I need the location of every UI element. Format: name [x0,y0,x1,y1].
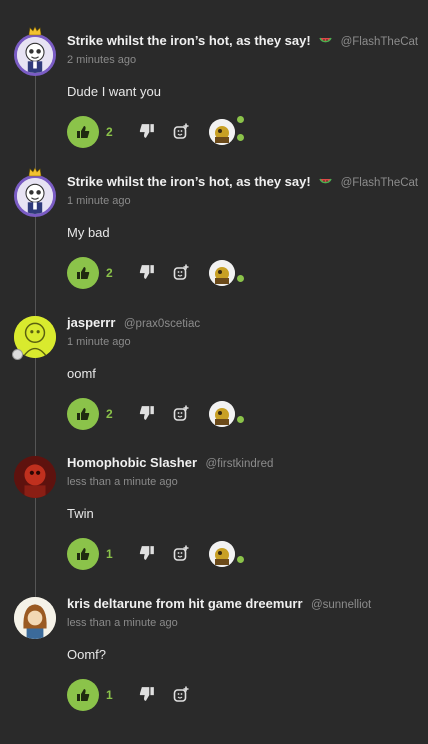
avatar[interactable] [14,175,56,217]
comment-text: My bad [67,225,110,240]
author-name[interactable]: kris deltarune from hit game dreemurr [67,596,303,611]
avatar-image [14,597,56,639]
author-name[interactable]: Strike whilst the iron’s hot, as they sa… [67,33,311,48]
comment-actions: 1 [67,679,427,711]
comment-text: Twin [67,506,94,521]
thumbs-up-icon [77,126,90,138]
status-badge [12,349,23,360]
thumbs-up-icon [77,408,90,420]
reaction-avatar[interactable] [209,401,235,427]
like-count: 1 [106,547,113,561]
like-button[interactable] [67,679,99,711]
comment-text: Oomf? [67,647,107,662]
comment-text: Dude I want you [67,84,161,99]
avatar[interactable] [14,34,56,76]
author-handle[interactable]: @sunnelliot [311,599,371,611]
author-name[interactable]: jasperrr [67,315,115,330]
reaction-avatar[interactable] [209,119,235,145]
watermelon-icon [319,178,332,184]
comment-actions: 1 [67,538,427,570]
thumbs-down-icon[interactable] [139,264,155,280]
reaction-indicator [237,275,244,282]
add-reaction-icon[interactable] [173,405,190,422]
avatar[interactable] [14,597,56,639]
add-reaction-icon[interactable] [173,123,190,140]
like-count: 2 [106,407,113,421]
like-count: 2 [106,266,113,280]
author-name[interactable]: Strike whilst the iron’s hot, as they sa… [67,174,311,189]
thumbs-up-icon [77,689,90,701]
comment-item: kris deltarune from hit game dreemurr @s… [0,587,428,728]
author-handle[interactable]: @FlashTheCat [341,36,419,48]
thumbs-down-icon[interactable] [139,686,155,702]
thumbs-down-icon[interactable] [139,405,155,421]
author-handle[interactable]: @FlashTheCat [341,177,419,189]
reaction-indicator [237,556,244,563]
reaction-avatar-image [209,401,235,427]
thumbs-down-icon[interactable] [139,123,155,139]
watermelon-icon [319,37,332,43]
crown-icon [28,26,42,36]
add-reaction-icon[interactable] [173,264,190,281]
timestamp[interactable]: less than a minute ago [67,617,178,629]
comment-text: oomf [67,366,96,381]
reaction-avatar-image [209,541,235,567]
add-reaction-icon[interactable] [173,686,190,703]
thumbs-up-icon [77,267,90,279]
author-handle[interactable]: @firstkindred [205,458,273,470]
thumbs-down-icon[interactable] [139,545,155,561]
timestamp[interactable]: 1 minute ago [67,195,131,207]
reaction-avatar[interactable] [209,541,235,567]
reaction-avatar-image [209,260,235,286]
reaction-avatar[interactable] [209,260,235,286]
reaction-avatar-image [209,119,235,145]
avatar-image [17,178,53,214]
reaction-indicator [237,134,244,141]
author-handle[interactable]: @prax0scetiac [124,318,200,330]
like-button[interactable] [67,257,99,289]
avatar-image [14,456,56,498]
avatar[interactable] [14,456,56,498]
avatar-image [17,37,53,73]
comment-item: Homophobic Slasher @firstkindred less th… [0,446,428,587]
timestamp[interactable]: 2 minutes ago [67,54,136,66]
comment-actions: 2 [67,398,427,430]
author-name[interactable]: Homophobic Slasher [67,455,197,470]
thumbs-up-icon [77,548,90,560]
comment-actions: 2 [67,116,427,148]
like-button[interactable] [67,538,99,570]
like-button[interactable] [67,116,99,148]
timestamp[interactable]: 1 minute ago [67,336,131,348]
reaction-indicator [237,116,244,123]
comment-actions: 2 [67,257,427,289]
like-count: 2 [106,125,113,139]
like-button[interactable] [67,398,99,430]
comment-item: Strike whilst the iron’s hot, as they sa… [0,165,428,306]
crown-icon [28,167,42,177]
timestamp[interactable]: less than a minute ago [67,476,178,488]
comment-item: jasperrr @prax0scetiac 1 minute ago oomf… [0,306,428,447]
add-reaction-icon[interactable] [173,545,190,562]
like-count: 1 [106,688,113,702]
comment-item: Strike whilst the iron’s hot, as they sa… [0,24,428,165]
reaction-indicator [237,416,244,423]
